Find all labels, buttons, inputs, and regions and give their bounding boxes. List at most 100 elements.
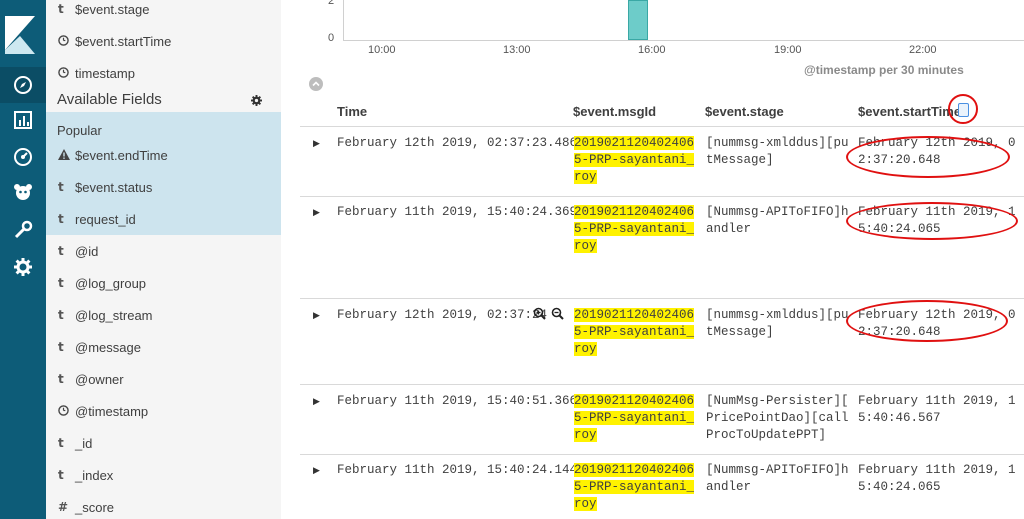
highlight-text: roy [574,428,597,442]
discover-icon[interactable] [0,67,46,103]
highlight-text: 5-PRP-sayantani_ [574,153,695,167]
field-name: request_id [75,211,136,227]
timelion-icon[interactable] [0,175,46,211]
expand-row-icon[interactable]: ▶ [313,465,320,476]
string-type-icon: t [58,308,64,322]
highlight-text: 5-PRP-sayantani_ [574,480,695,494]
zoom-in-icon[interactable] [533,307,546,323]
field-item-event-status[interactable]: t $event.status [46,171,281,203]
expand-row-icon[interactable]: ▶ [313,207,320,218]
field-name: timestamp [75,65,135,81]
highlight-text: roy [574,497,597,511]
field-item-request-id[interactable]: t request_id [46,203,281,235]
highlight-text: 2019021120402406 [574,205,695,219]
field-name: @timestamp [75,403,149,419]
field-name: @log_stream [75,307,153,323]
highlight-text: 5-PRP-sayantani_ [574,222,695,236]
histogram-bar[interactable] [628,0,648,40]
cell-line: 5:40:24.065 [858,480,941,494]
highlight-text: 5-PRP-sayantani_ [574,325,695,339]
field-item-message[interactable]: t @message [46,331,281,363]
cell-line: andler [706,222,752,236]
annotation-circle [846,136,1010,178]
field-sidebar: t $event.stage $event.startTime timestam… [46,0,281,519]
cell-msgid: 2019021120402406 5-PRP-sayantani_ roy [574,393,695,444]
highlight-text: 2019021120402406 [574,394,695,408]
annotation-circle [846,202,1018,240]
field-name: $event.stage [75,1,150,17]
string-type-icon: t [58,372,64,386]
highlight-text: roy [574,342,597,356]
row-divider [300,298,1024,299]
management-icon[interactable] [0,249,46,285]
highlight-text: roy [574,170,597,184]
field-item-event-starttime[interactable]: $event.startTime [46,25,281,57]
row-divider [300,126,1024,127]
cell-line: tMessage] [706,325,774,339]
cell-time: February 12th 2019, 02:37:23.486 [337,136,578,150]
field-name: _score [75,499,115,515]
column-header-time[interactable]: Time [337,104,367,119]
cell-line: andler [706,480,752,494]
field-name: $event.status [75,179,153,195]
expand-row-icon[interactable]: ▶ [313,310,320,321]
column-header-starttime[interactable]: $event.startTime [858,104,961,119]
expand-row-icon[interactable]: ▶ [313,396,320,407]
cell-time: February 11th 2019, 15:40:24.369 [337,205,578,219]
highlight-text: 2019021120402406 [574,463,695,477]
field-item-timestamp-at[interactable]: @timestamp [46,395,281,427]
doc-table-header: Time $event.msgId $event.stage $event.st… [281,104,1024,126]
field-item-event-endtime[interactable]: $event.endTime [46,139,281,171]
cell-stage: [Nummsg-APIToFIFO]h andler [706,204,849,238]
row-divider [300,196,1024,197]
field-item-event-stage[interactable]: t $event.stage [46,0,281,25]
x-tick: 19:00 [774,44,802,56]
column-header-stage[interactable]: $event.stage [705,104,784,119]
column-header-msgid[interactable]: $event.msgId [573,104,656,119]
field-item-score[interactable]: # _score [46,491,281,519]
highlight-text: 2019021120402406 [574,136,695,150]
y-tick: 0 [328,32,335,44]
string-type-icon: t [58,468,64,482]
x-axis-label: @timestamp per 30 minutes [804,63,964,77]
field-item-id[interactable]: t @id [46,235,281,267]
string-type-icon: t [58,340,64,354]
field-name: @message [75,339,141,355]
clock-icon [58,66,75,81]
field-item-index[interactable]: t _index [46,459,281,491]
gear-icon[interactable] [251,94,262,109]
devtools-icon[interactable] [0,212,46,248]
x-tick: 13:00 [503,44,531,56]
cell-line: [nummsg-xmlddus][pu [706,136,849,150]
y-tick: 2 [328,0,335,7]
clock-icon [58,404,75,419]
visualize-icon[interactable] [0,102,46,138]
cell-line: February 11th 2019, 1 [858,463,1016,477]
cell-stage: [nummsg-xmlddus][pu tMessage] [706,135,849,169]
field-item-log-group[interactable]: t @log_group [46,267,281,299]
cell-msgid: 2019021120402406 5-PRP-sayantani_ roy [574,204,695,255]
field-item-timestamp[interactable]: timestamp [46,57,281,89]
field-item-log-stream[interactable]: t @log_stream [46,299,281,331]
number-type-icon: # [58,500,69,514]
cell-line: February 11th 2019, 1 [858,394,1016,408]
cell-stage: [Nummsg-APIToFIFO]h andler [706,462,849,496]
string-type-icon: t [58,436,64,450]
field-item-owner[interactable]: t @owner [46,363,281,395]
annotation-circle [846,300,1008,342]
x-tick: 16:00 [638,44,666,56]
histogram: 2 0 10:00 13:00 16:00 19:00 22:00 @times… [281,0,1024,90]
clock-icon [58,34,75,49]
cell-line: [NumMsg-Persister][ [706,394,849,408]
dashboard-icon[interactable] [0,139,46,175]
zoom-out-icon[interactable] [551,307,564,323]
expand-row-icon[interactable]: ▶ [313,138,320,149]
string-type-icon: t [58,2,64,16]
kibana-logo[interactable] [5,16,35,54]
annotation-circle [948,94,978,124]
field-item-underscore-id[interactable]: t _id [46,427,281,459]
string-type-icon: t [58,244,64,258]
cell-line: [Nummsg-APIToFIFO]h [706,463,849,477]
string-type-icon: t [58,180,64,194]
collapse-chart-button[interactable] [309,77,323,91]
